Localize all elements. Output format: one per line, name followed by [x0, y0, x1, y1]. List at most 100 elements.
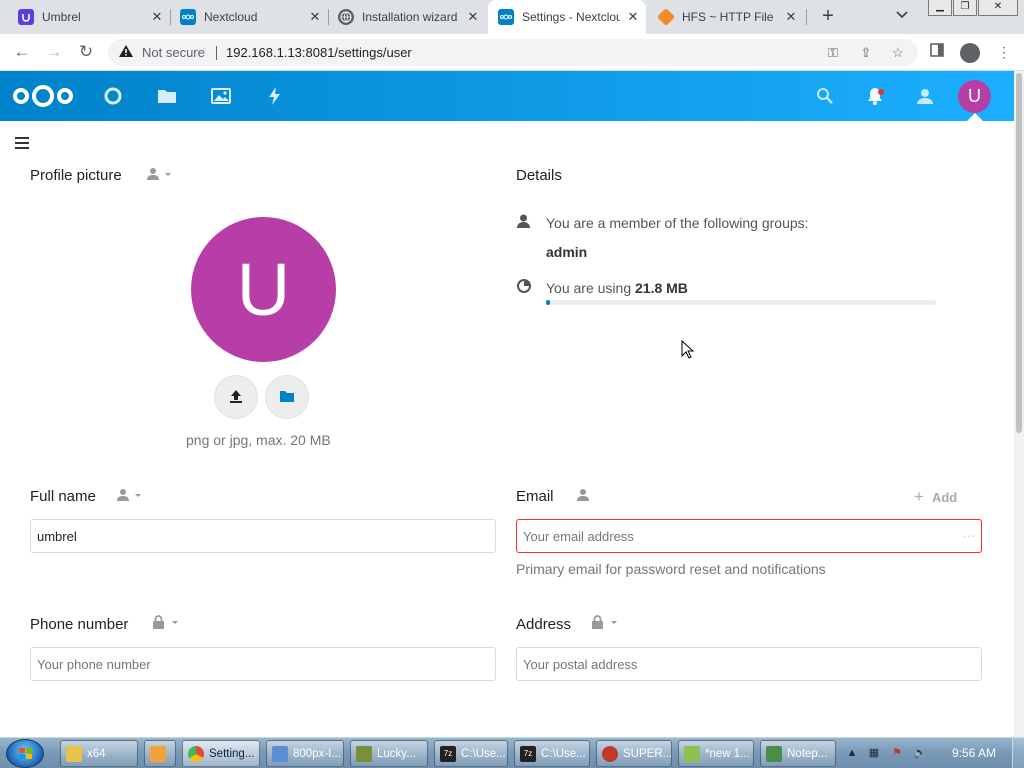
show-desktop-button[interactable] [1012, 738, 1024, 768]
close-tab-icon[interactable]: ✕ [784, 10, 798, 24]
upload-avatar-button[interactable] [214, 375, 258, 419]
url-text[interactable]: 192.168.1.13:8081/settings/user [226, 45, 412, 60]
warning-icon[interactable] [118, 44, 134, 61]
lock-icon[interactable] [153, 615, 181, 632]
media-player-icon [150, 745, 166, 762]
notepad-plus-plus-icon [684, 745, 700, 762]
visibility-scope-icon[interactable] [117, 488, 143, 505]
minimize-window-button[interactable]: ▁ [928, 0, 952, 16]
menu-caret [967, 113, 983, 121]
choose-avatar-from-files-button[interactable] [265, 375, 309, 419]
taskbar-label: 800px-I... [293, 747, 341, 760]
quota-progress-fill [546, 300, 550, 305]
taskbar-item-media[interactable] [144, 740, 176, 767]
share-icon[interactable]: ⇪ [857, 44, 875, 62]
tab-hfs[interactable]: HFS ~ HTTP File Server ✕ [648, 0, 804, 34]
address-label: Address [516, 616, 572, 633]
volume-icon[interactable]: 🔈 [913, 746, 927, 760]
taskbar-item-folder[interactable]: x64 [60, 740, 138, 767]
details-title: Details [516, 167, 562, 184]
visibility-scope-icon[interactable] [577, 488, 591, 505]
taskbar-label: Lucky... [377, 747, 416, 760]
tab-divider [806, 9, 807, 25]
more-options-icon[interactable]: ⋯ [963, 529, 975, 543]
address-input[interactable]: Your postal address [516, 647, 982, 681]
taskbar-item-7zip-2[interactable]: 7z C:\Use... [514, 740, 590, 767]
phone-input[interactable]: Your phone number [30, 647, 496, 681]
tray-expand-icon[interactable]: ▲ [845, 746, 859, 760]
close-tab-icon[interactable]: ✕ [308, 10, 322, 24]
full-name-input[interactable]: umbrel [30, 519, 496, 553]
super-icon [602, 745, 618, 762]
taskbar-item-chrome[interactable]: Setting... [182, 740, 260, 767]
7zip-icon: 7z [520, 745, 536, 762]
reload-icon[interactable]: ↻ [76, 42, 96, 62]
kebab-menu-icon[interactable]: ⋮ [995, 43, 1013, 61]
taskbar-item-image[interactable]: 800px-I... [266, 740, 344, 767]
globe-icon [338, 9, 354, 25]
close-tab-icon[interactable]: ✕ [626, 10, 640, 24]
contacts-icon[interactable] [915, 86, 935, 106]
restore-window-button[interactable]: ❐ [953, 0, 977, 16]
photos-icon[interactable] [211, 86, 231, 106]
browser-toolbar: ← → ↻ Not secure 192.168.1.13:8081/setti… [0, 34, 1024, 71]
nextcloud-logo[interactable] [12, 84, 74, 111]
quota-icon [517, 279, 531, 296]
tab-nextcloud[interactable]: Nextcloud ✕ [170, 0, 328, 34]
action-center-icon[interactable]: ⚑ [890, 746, 904, 760]
group-name: admin [546, 244, 588, 260]
page-scrollbar[interactable] [1014, 71, 1024, 737]
tab-installation-wizard[interactable]: Installation wizard ✕ [328, 0, 486, 34]
start-button[interactable] [6, 739, 44, 768]
taskbar-item-7zip-1[interactable]: 7z C:\Use... [434, 740, 508, 767]
close-tab-icon[interactable]: ✕ [466, 10, 480, 24]
hfs-icon [656, 7, 676, 27]
taskbar-item-notepadpp[interactable]: *new 1... [678, 740, 754, 767]
address-bar[interactable]: Not secure 192.168.1.13:8081/settings/us… [108, 39, 918, 66]
network-icon[interactable]: ▦ [867, 746, 881, 760]
taskbar-item-super[interactable]: SUPER... [596, 740, 672, 767]
avatar-format-hint: png or jpg, max. 20 MB [186, 432, 331, 448]
phone-label: Phone number [30, 616, 129, 633]
scrollbar-thumb[interactable] [1016, 73, 1022, 433]
usage-amount: 21.8 MB [635, 280, 688, 296]
close-tab-icon[interactable]: ✕ [150, 10, 164, 24]
folder-icon [279, 389, 295, 406]
star-icon[interactable]: ☆ [889, 44, 907, 62]
profile-avatar: U [191, 217, 336, 362]
lock-icon[interactable] [592, 615, 620, 632]
visibility-scope-icon[interactable] [147, 167, 173, 184]
back-icon[interactable]: ← [12, 42, 32, 62]
tab-settings-nextcloud[interactable]: Settings - Nextcloud ✕ [488, 0, 646, 34]
forward-icon[interactable]: → [44, 42, 64, 62]
security-label[interactable]: Not secure [142, 45, 205, 60]
sidepanel-icon[interactable] [928, 43, 946, 61]
search-icon[interactable] [815, 86, 835, 106]
dashboard-icon[interactable] [103, 86, 123, 106]
key-icon[interactable]: ⚿ [824, 44, 842, 62]
taskbar-clock[interactable]: 9:56 AM [952, 746, 996, 760]
quota-progress-bar [546, 300, 936, 305]
taskbar-label: SUPER... [623, 747, 672, 760]
browser-profile-icon[interactable] [960, 43, 980, 63]
nextcloud-header: U [0, 71, 1014, 121]
chevron-down-icon[interactable] [896, 8, 912, 24]
activity-icon[interactable] [265, 86, 285, 106]
taskbar-label: C:\Use... [461, 747, 506, 760]
taskbar-label: Setting... [209, 747, 255, 760]
user-avatar[interactable]: U [958, 80, 991, 113]
files-icon[interactable] [157, 86, 177, 106]
taskbar-item-notepad[interactable]: Notep... [760, 740, 836, 767]
close-window-button[interactable]: ✕ [978, 0, 1018, 16]
tab-umbrel[interactable]: Umbrel ✕ [8, 0, 170, 34]
email-placeholder: Your email address [523, 528, 634, 544]
email-input[interactable]: Your email address ⋯ [516, 519, 982, 553]
new-tab-button[interactable]: + [818, 6, 838, 26]
notification-badge [878, 89, 884, 95]
group-icon [517, 214, 530, 231]
hamburger-menu-icon[interactable] [15, 137, 29, 149]
taskbar-label: *new 1... [705, 747, 750, 760]
taskbar-item-lucky[interactable]: Lucky... [350, 740, 428, 767]
taskbar-label: x64 [87, 747, 106, 760]
add-email-button[interactable]: + Add [914, 487, 957, 507]
